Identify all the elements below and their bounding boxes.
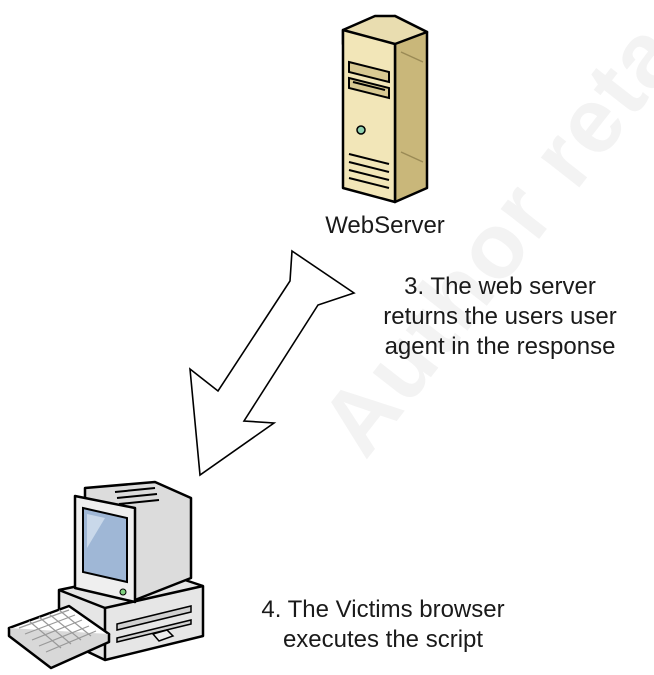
down-left-arrow-icon — [189, 249, 356, 477]
step-3-line-3: agent in the response — [384, 333, 616, 360]
step-4-line-1: 4. The Victims browser — [261, 596, 505, 623]
server-label: WebServer — [325, 212, 445, 239]
desktop-computer-icon — [7, 480, 205, 670]
step-4-line-2: executes the script — [282, 626, 484, 653]
step-3-text: 3. The web server returns the users user… — [350, 272, 650, 362]
step-3-line-1: 3. The web server — [404, 273, 596, 300]
step-3-line-2: returns the users user — [383, 303, 617, 330]
step-4-text: 4. The Victims browser executes the scri… — [218, 595, 548, 655]
server-tower-icon — [341, 14, 429, 204]
